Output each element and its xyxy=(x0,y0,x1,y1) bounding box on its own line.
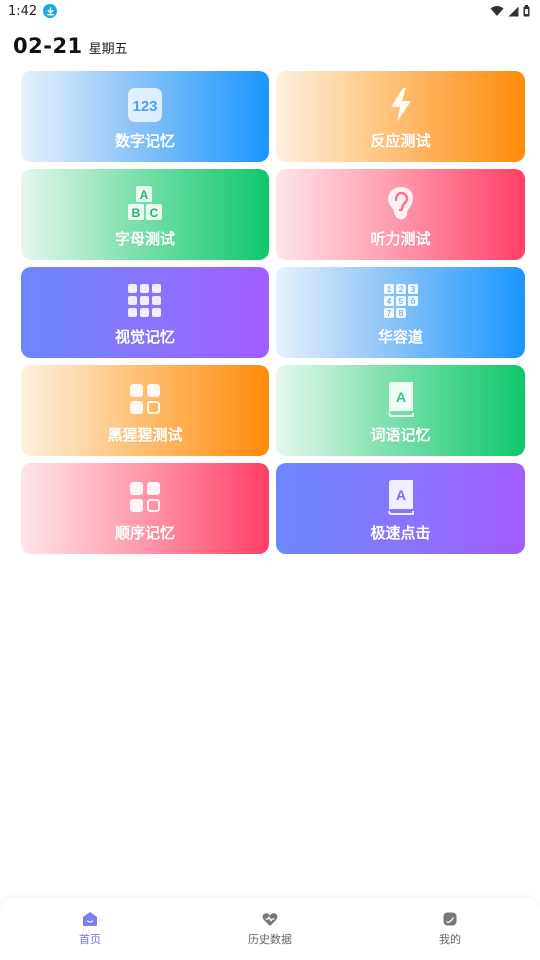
card-sequence-memory[interactable]: 顺序记忆 xyxy=(21,463,269,554)
nav-label: 历史数据 xyxy=(248,933,292,946)
bottom-nav: 首页 历史数据 我的 xyxy=(0,898,540,960)
svg-text:2: 2 xyxy=(398,285,403,294)
card-number-memory[interactable]: 123 数字记忆 xyxy=(21,71,269,162)
svg-text:3: 3 xyxy=(410,285,415,294)
squares-icon xyxy=(126,380,164,418)
squares-icon xyxy=(126,478,164,516)
card-speed-click[interactable]: A 极速点击 xyxy=(276,463,525,554)
svg-text:C: C xyxy=(150,206,159,220)
wifi-icon xyxy=(490,6,504,16)
card-label: 反应测试 xyxy=(370,132,431,150)
card-word-memory[interactable]: A 词语记忆 xyxy=(276,365,525,456)
card-visual-memory[interactable]: 视觉记忆 xyxy=(21,267,269,358)
svg-text:6: 6 xyxy=(410,297,415,306)
svg-text:A: A xyxy=(140,188,149,202)
battery-icon xyxy=(523,5,530,17)
svg-text:B: B xyxy=(132,206,141,220)
nav-home[interactable]: 首页 xyxy=(30,898,150,947)
number-puzzle-icon: 123 456 78 xyxy=(382,282,420,320)
svg-text:A: A xyxy=(395,389,405,405)
download-icon xyxy=(43,4,58,18)
app-screen: 1:42 02-21 星期五 123 数字记忆 反应测试 A B C 字母测试 … xyxy=(0,0,540,960)
nav-label: 首页 xyxy=(79,933,101,946)
signal-icon xyxy=(508,6,519,16)
date-header: 02-21 星期五 xyxy=(13,34,128,58)
card-letter-test[interactable]: A B C 字母测试 xyxy=(21,169,269,260)
svg-text:A: A xyxy=(395,487,405,503)
abc-blocks-icon: A B C xyxy=(126,184,164,222)
card-label: 数字记忆 xyxy=(114,132,175,150)
card-klotski[interactable]: 123 456 78 华容道 xyxy=(276,267,525,358)
card-chimp-test[interactable]: 黑猩猩测试 xyxy=(21,365,269,456)
nav-history[interactable]: 历史数据 xyxy=(210,898,330,947)
home-icon xyxy=(83,912,97,926)
status-right xyxy=(490,5,530,17)
weekday-text: 星期五 xyxy=(88,42,128,57)
card-reaction-test[interactable]: 反应测试 xyxy=(276,71,525,162)
svg-text:1: 1 xyxy=(386,285,391,294)
status-bar: 1:42 xyxy=(0,0,540,22)
card-label: 字母测试 xyxy=(114,230,175,248)
status-left: 1:42 xyxy=(8,3,58,19)
svg-text:4: 4 xyxy=(386,297,391,306)
svg-text:5: 5 xyxy=(398,297,403,306)
letter-book-icon: A xyxy=(382,478,420,516)
svg-text:8: 8 xyxy=(398,309,403,318)
card-label: 词语记忆 xyxy=(370,426,431,444)
svg-text:123: 123 xyxy=(132,98,157,115)
card-label: 听力测试 xyxy=(370,230,431,248)
lightning-icon xyxy=(382,86,420,124)
nav-label: 我的 xyxy=(439,933,461,946)
test-grid: 123 数字记忆 反应测试 A B C 字母测试 听力测试 视觉记忆 1 2 3… xyxy=(21,71,525,554)
number-123-icon: 123 xyxy=(126,86,164,124)
nav-profile[interactable]: 我的 xyxy=(390,898,510,947)
card-label: 顺序记忆 xyxy=(114,524,175,542)
history-icon xyxy=(262,913,278,926)
card-label: 极速点击 xyxy=(370,524,431,542)
card-label: 黑猩猩测试 xyxy=(107,426,183,444)
date-text: 02-21 xyxy=(13,34,83,58)
status-time: 1:42 xyxy=(8,3,38,19)
card-label: 华容道 xyxy=(377,328,423,346)
letter-book-icon: A xyxy=(382,380,420,418)
svg-text:7: 7 xyxy=(386,309,391,318)
ear-icon xyxy=(382,184,420,222)
card-hearing-test[interactable]: 听力测试 xyxy=(276,169,525,260)
card-label: 视觉记忆 xyxy=(114,328,175,346)
dot-grid-icon xyxy=(126,282,164,320)
profile-icon xyxy=(443,912,457,926)
